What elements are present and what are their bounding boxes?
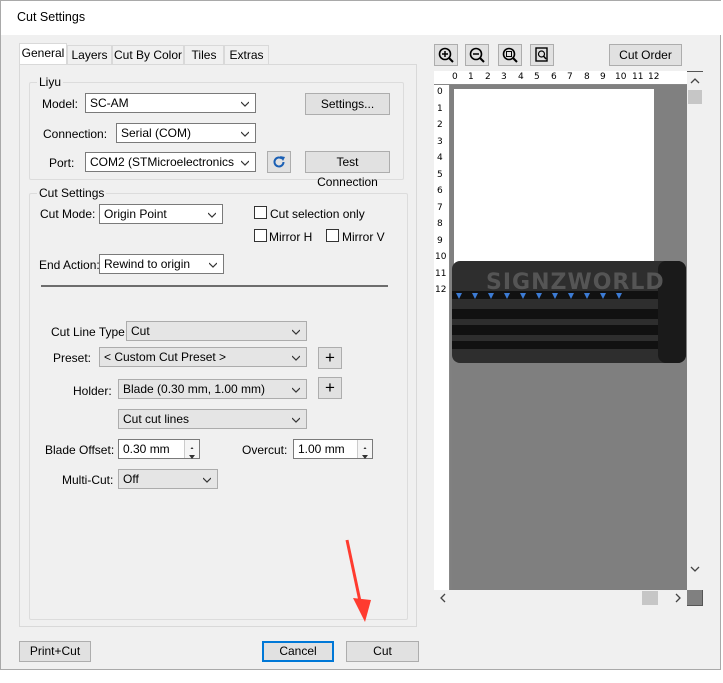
zoom-out-button[interactable] (465, 44, 489, 66)
overcut-input[interactable]: 1.00 mm (293, 439, 373, 459)
overcut-label: Overcut: (242, 443, 288, 457)
connection-select[interactable]: Serial (COM) (116, 123, 256, 143)
device-group-label: Liyu (37, 75, 64, 89)
preset-label: Preset: (53, 351, 92, 365)
media-preview (454, 89, 654, 267)
section-divider (41, 285, 388, 287)
svg-text:SIGNZWORLD: SIGNZWORLD (486, 270, 665, 295)
chevron-down-icon (209, 262, 217, 268)
cut-selection-only-label: Cut selection only (270, 207, 365, 221)
preset-select[interactable]: < Custom Cut Preset > (99, 347, 307, 367)
cut-lines-select[interactable]: Cut cut lines (118, 409, 307, 429)
zoom-fit-button[interactable] (498, 44, 522, 66)
chevron-right-icon[interactable] (671, 590, 685, 606)
scrollbar-thumb[interactable] (688, 90, 702, 104)
chevron-down-icon (241, 131, 249, 137)
tab-cut-by-color[interactable]: Cut By Color (112, 45, 184, 65)
cut-line-type-select[interactable]: Cut (126, 321, 307, 341)
ruler-left: 0 1 2 3 4 5 6 7 8 9 10 11 12 (434, 85, 450, 590)
multi-cut-select[interactable]: Off (118, 469, 218, 489)
chevron-down-icon (203, 477, 211, 483)
port-label: Port: (49, 156, 75, 170)
tab-strip: General Layers Cut By Color Tiles Extras (1, 1, 421, 71)
media-gray-area (452, 363, 687, 590)
tab-layers[interactable]: Layers (67, 45, 112, 65)
model-label: Model: (42, 97, 79, 111)
cut-line-type-label: Cut Line Type: (51, 325, 129, 339)
chevron-down-icon[interactable] (687, 562, 703, 576)
chevron-down-icon (208, 212, 216, 218)
tab-extras[interactable]: Extras (224, 45, 269, 65)
end-action-label: End Action: (39, 258, 100, 272)
mirror-h-checkbox[interactable] (254, 229, 267, 242)
settings-button[interactable]: Settings... (305, 93, 390, 115)
mirror-v-checkbox[interactable] (326, 229, 339, 242)
multi-cut-label: Multi-Cut: (62, 473, 114, 487)
test-connection-button[interactable]: Test Connection (305, 151, 390, 189)
scrollbar-thumb[interactable] (642, 591, 658, 605)
spin-up-icon[interactable] (357, 440, 372, 451)
zoom-in-icon (438, 47, 454, 63)
model-select[interactable]: SC-AM (85, 93, 256, 113)
chevron-down-icon (292, 355, 300, 361)
annotation-arrow (345, 539, 371, 622)
connection-label: Connection: (43, 127, 108, 141)
horizontal-scrollbar[interactable] (434, 590, 687, 606)
cut-button[interactable]: Cut (346, 641, 419, 662)
cut-settings-group-label: Cut Settings (37, 186, 107, 200)
tab-tiles[interactable]: Tiles (184, 45, 224, 65)
add-preset-button[interactable]: + (318, 347, 342, 369)
zoom-in-button[interactable] (434, 44, 458, 66)
chevron-left-icon[interactable] (436, 590, 450, 606)
holder-select[interactable]: Blade (0.30 mm, 1.00 mm) (118, 379, 307, 399)
cutter-head-image: SIGNZWORLD (452, 261, 686, 363)
chevron-down-icon (241, 160, 249, 166)
zoom-page-icon (535, 47, 548, 62)
end-action-select[interactable]: Rewind to origin (99, 254, 224, 274)
plus-icon: + (325, 378, 335, 397)
add-holder-button[interactable]: + (318, 377, 342, 399)
cut-selection-only-checkbox[interactable] (254, 206, 267, 219)
print-cut-button[interactable]: Print+Cut (19, 641, 91, 662)
port-select[interactable]: COM2 (STMicroelectronics Virtu (85, 152, 256, 172)
refresh-port-button[interactable] (267, 151, 291, 173)
zoom-page-button[interactable] (530, 44, 554, 66)
vertical-scrollbar[interactable] (687, 72, 703, 590)
holder-label: Holder: (73, 384, 112, 398)
spin-down-icon[interactable] (184, 449, 199, 459)
chevron-down-icon (292, 329, 300, 335)
refresh-icon (273, 156, 285, 168)
chevron-down-icon (292, 387, 300, 393)
blade-offset-label: Blade Offset: (45, 443, 115, 457)
mirror-h-label: Mirror H (269, 230, 313, 244)
zoom-fit-icon (502, 47, 518, 63)
cut-settings-dialog: Cut Settings General Layers Cut By Color… (0, 0, 722, 670)
cut-mode-label: Cut Mode: (40, 207, 96, 221)
cancel-button[interactable]: Cancel (262, 641, 334, 662)
zoom-out-icon (469, 47, 485, 63)
spin-down-icon[interactable] (357, 449, 372, 459)
tab-general[interactable]: General (19, 43, 67, 65)
spin-up-icon[interactable] (184, 440, 199, 451)
chevron-up-icon[interactable] (687, 74, 703, 88)
ruler-top: 0 1 2 3 4 5 6 7 8 9 10 11 12 (434, 71, 687, 85)
chevron-down-icon (292, 417, 300, 423)
cut-mode-select[interactable]: Origin Point (99, 204, 223, 224)
plus-icon: + (325, 348, 335, 367)
blade-offset-input[interactable]: 0.30 mm (118, 439, 200, 459)
cut-order-button[interactable]: Cut Order (609, 44, 682, 66)
mirror-v-label: Mirror V (342, 230, 385, 244)
chevron-down-icon (241, 101, 249, 107)
